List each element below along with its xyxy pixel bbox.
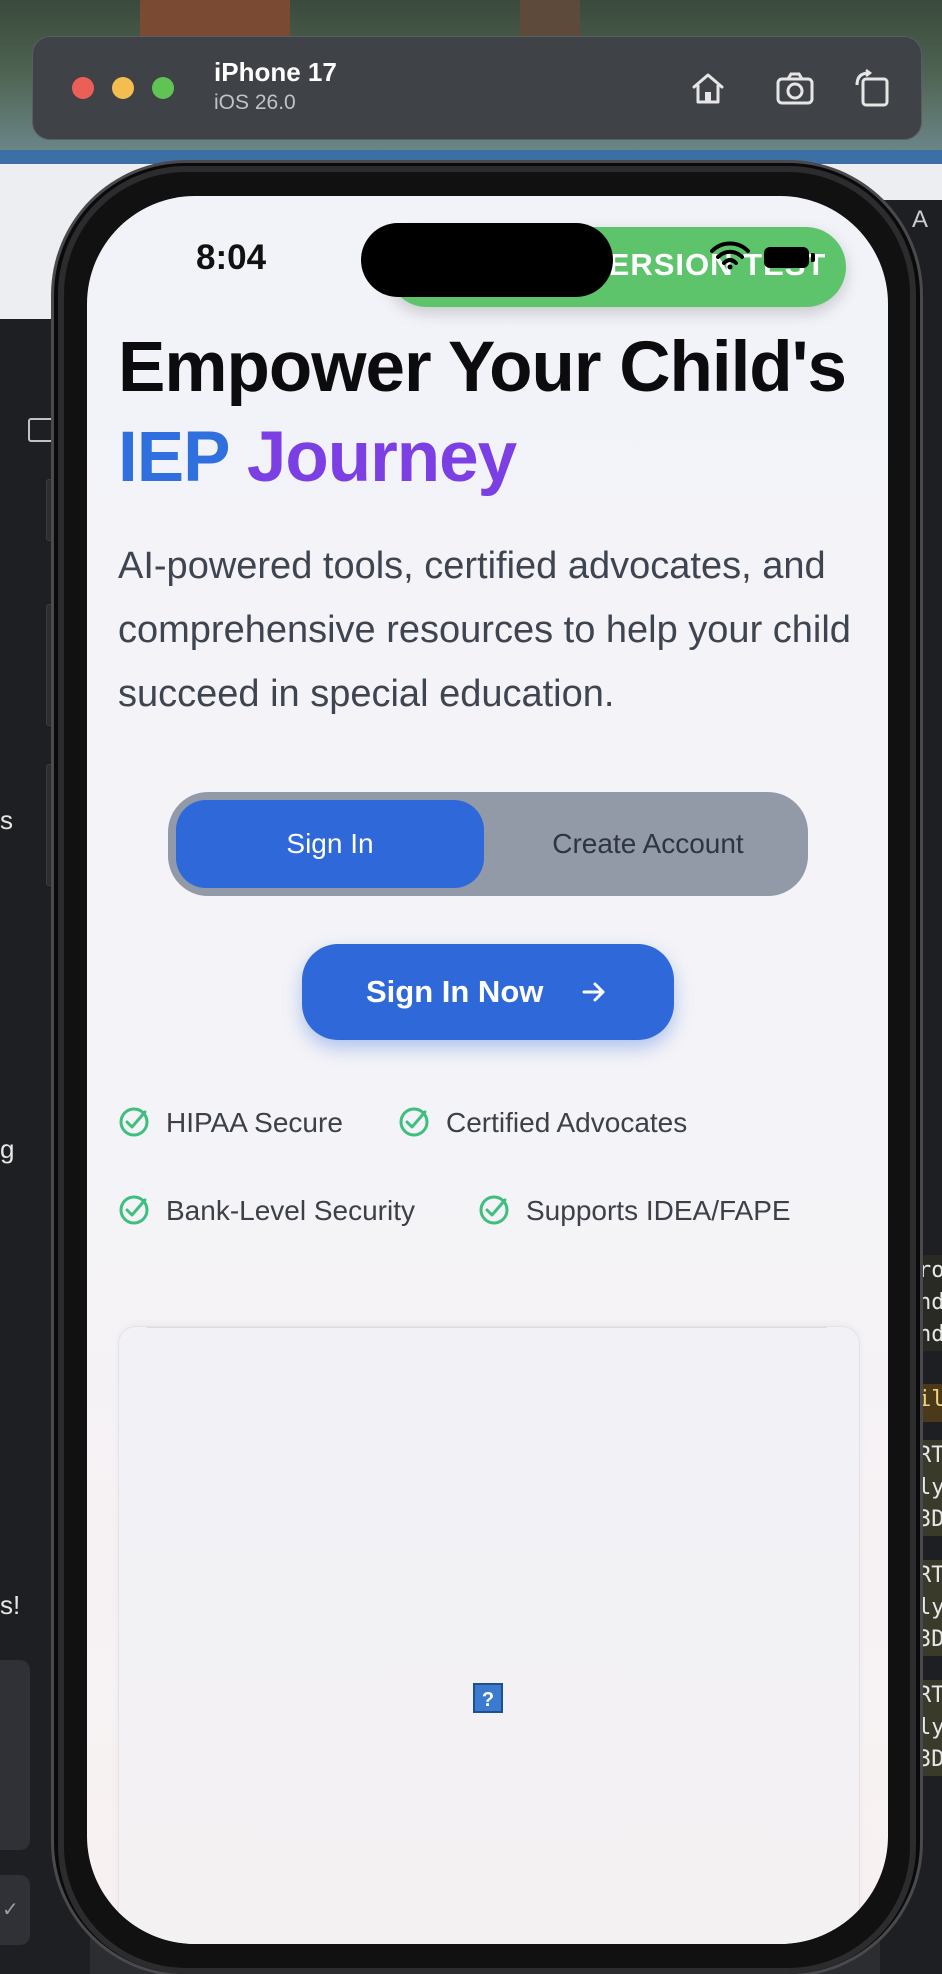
phone-screen: VERSION TEST 8:04 Empower Your Child's I… bbox=[87, 196, 888, 1944]
background-text: A bbox=[912, 206, 929, 233]
simulator-toolbar: iPhone 17 iOS 26.0 bbox=[32, 36, 922, 140]
device-name: iPhone 17 bbox=[214, 57, 337, 87]
code-line: il bbox=[918, 1387, 942, 1412]
screenshot-icon[interactable] bbox=[774, 67, 816, 109]
trust-badge-label: Certified Advocates bbox=[446, 1107, 688, 1138]
card-divider bbox=[147, 1327, 827, 1328]
battery-icon bbox=[764, 247, 809, 268]
arrow-right-icon bbox=[582, 982, 605, 1002]
check-circle-icon bbox=[479, 1195, 509, 1225]
code-line: nd bbox=[918, 1290, 942, 1315]
trust-badge-label: HIPAA Secure bbox=[166, 1107, 343, 1138]
code-snippet: RT ly 3D bbox=[918, 1440, 942, 1536]
dynamic-island bbox=[361, 223, 613, 297]
hero-title-accent: IEP Journey bbox=[118, 414, 517, 502]
comment-icon bbox=[28, 418, 54, 442]
background-text: s bbox=[0, 805, 13, 835]
close-window-button[interactable] bbox=[72, 77, 94, 99]
code-line: RT bbox=[918, 1563, 942, 1588]
code-line: nd bbox=[918, 1322, 942, 1347]
hero-title-iep: IEP bbox=[118, 418, 229, 497]
home-icon[interactable] bbox=[687, 67, 729, 109]
check-circle-icon bbox=[399, 1107, 429, 1137]
content-card: ? bbox=[118, 1326, 860, 1944]
sign-in-now-button[interactable]: Sign In Now bbox=[302, 944, 674, 1040]
missing-image-icon: ? bbox=[473, 1683, 503, 1713]
tree-trunk bbox=[140, 0, 290, 40]
code-line: RT bbox=[918, 1683, 942, 1708]
code-line: 3D bbox=[918, 1747, 942, 1772]
code-snippet: il bbox=[918, 1384, 942, 1422]
hero-title: Empower Your Child's bbox=[118, 328, 847, 407]
background-card bbox=[0, 1660, 30, 1850]
wifi-icon bbox=[710, 241, 750, 270]
rotate-icon[interactable] bbox=[851, 67, 893, 109]
trust-badge-label: Supports IDEA/FAPE bbox=[526, 1195, 791, 1226]
os-version: iOS 26.0 bbox=[214, 91, 296, 114]
minimize-window-button[interactable] bbox=[112, 77, 134, 99]
code-line: 3D bbox=[918, 1627, 942, 1652]
code-line: ly bbox=[918, 1595, 942, 1620]
battery-tip bbox=[811, 253, 815, 262]
tab-create-account[interactable]: Create Account bbox=[498, 800, 798, 888]
auth-toggle: Sign In Create Account bbox=[168, 792, 808, 896]
check-circle-icon bbox=[119, 1195, 149, 1225]
code-line: ly bbox=[918, 1715, 942, 1740]
check-icon: ✓ bbox=[2, 1899, 19, 1921]
hero-subtitle: AI-powered tools, certified advocates, a… bbox=[118, 545, 851, 715]
background-text: g bbox=[0, 1134, 15, 1164]
window-strip bbox=[0, 150, 942, 164]
code-snippet: RT ly 3D bbox=[918, 1680, 942, 1776]
code-line: ly bbox=[918, 1475, 942, 1500]
code-line: RT bbox=[918, 1443, 942, 1468]
zoom-window-button[interactable] bbox=[152, 77, 174, 99]
code-snippet: ro nd nd bbox=[918, 1255, 942, 1351]
trust-badge-label: Bank-Level Security bbox=[166, 1195, 416, 1226]
tree-trunk bbox=[520, 0, 580, 40]
sign-in-now-label: Sign In Now bbox=[366, 974, 544, 1009]
background-text: s! bbox=[0, 1590, 21, 1620]
code-line: ro bbox=[918, 1258, 942, 1283]
tab-sign-in[interactable]: Sign In bbox=[176, 800, 484, 888]
background-card: ✓ bbox=[0, 1875, 30, 1945]
code-line: 3D bbox=[918, 1507, 942, 1532]
hero-title-journey: Journey bbox=[246, 418, 517, 497]
status-time: 8:04 bbox=[196, 238, 267, 277]
check-circle-icon bbox=[119, 1107, 149, 1137]
code-snippet: RT ly 3D bbox=[918, 1560, 942, 1656]
